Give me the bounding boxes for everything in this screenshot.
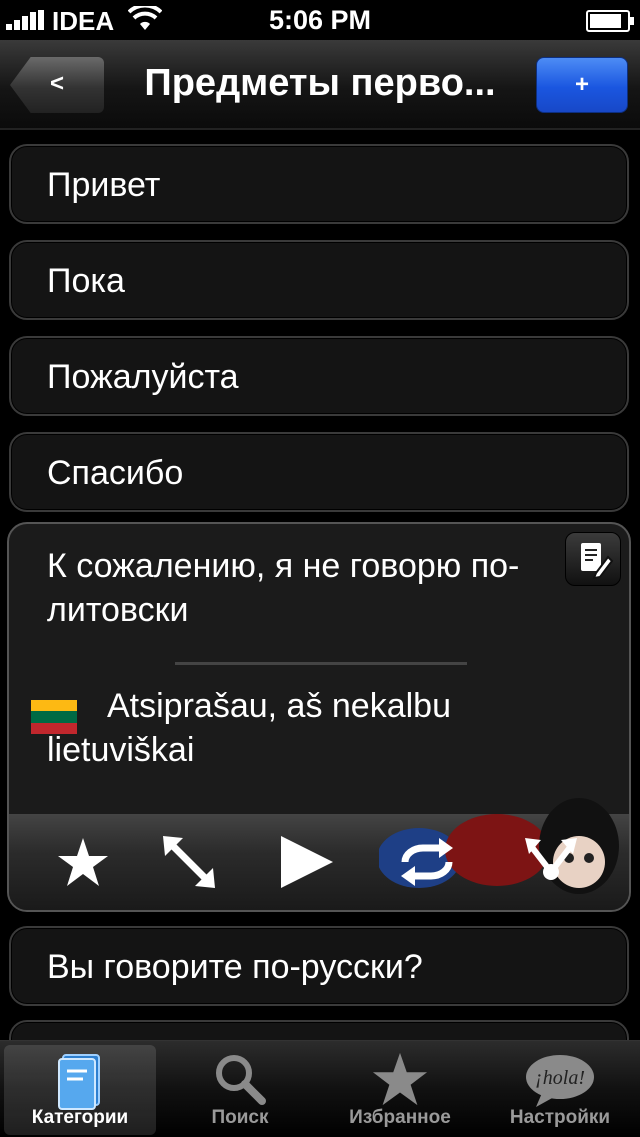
svg-text:¡hola!: ¡hola! [535, 1067, 585, 1089]
star-icon [372, 1052, 428, 1106]
navigation-bar: < Предметы перво... + [0, 40, 640, 130]
phrase-text: Привет [47, 166, 161, 204]
phrase-text: Спасибо [47, 454, 184, 492]
divider [175, 662, 467, 665]
hola-bubble-icon: ¡hola! [526, 1055, 594, 1107]
phrase-row[interactable]: Привет [9, 144, 629, 224]
phrase-text: Вы говорите по-русски? [47, 948, 423, 986]
phrase-row[interactable]: Пока [9, 240, 629, 320]
tab-categories[interactable]: Категории [4, 1045, 156, 1135]
phrase-text: Пожалуйста [47, 358, 239, 396]
phrase-row[interactable]: Спасибо [9, 432, 629, 512]
tab-bar: Категории Поиск Избранное ¡hola! Настрой… [0, 1040, 640, 1137]
phrase-row[interactable]: Пожалуйста [9, 336, 629, 416]
share-button[interactable] [521, 832, 581, 892]
tab-label: Настройки [509, 1107, 611, 1128]
phrase-action-bar [9, 798, 629, 910]
phrase-row[interactable]: Вы говорите по-русски? [9, 926, 629, 1006]
tab-label: Поиск [211, 1107, 269, 1128]
phrase-list: Привет Пока Пожалуйста Спасибо К сожален… [0, 130, 640, 1040]
translated-phrase: Atsiprašau, aš nekalbu lietuviškai [47, 687, 451, 769]
expanded-phrase-card: К сожалению, я не говорю по-литовски Ats… [7, 522, 631, 912]
tab-label: Избранное [349, 1107, 451, 1128]
expand-arrows-button[interactable] [159, 832, 219, 892]
phrase-row[interactable] [9, 1020, 629, 1040]
tab-search[interactable]: Поиск [164, 1045, 316, 1135]
play-button[interactable] [275, 832, 335, 892]
repeat-button[interactable] [397, 832, 457, 892]
copy-button[interactable] [565, 532, 621, 586]
search-icon [216, 1055, 266, 1105]
tab-settings[interactable]: ¡hola! Настройки [484, 1045, 636, 1135]
phrase-text: Пока [47, 262, 125, 300]
source-phrase: К сожалению, я не говорю по-литовски [47, 547, 520, 629]
tab-favorites[interactable]: Избранное [324, 1045, 476, 1135]
favorite-star-button[interactable] [53, 832, 113, 892]
tab-label: Категории [31, 1107, 129, 1128]
back-button-label: < [50, 70, 65, 97]
status-bar: IDEA 5:06 PM [0, 0, 640, 40]
copy-document-icon [581, 543, 614, 580]
status-time: 5:06 PM [268, 5, 372, 35]
battery-fill [590, 14, 621, 28]
book-icon [58, 1054, 100, 1110]
back-button[interactable]: < [10, 57, 104, 113]
page-title: Предметы перво... [144, 62, 496, 104]
add-button[interactable]: + [536, 57, 628, 113]
battery-icon [586, 10, 634, 32]
